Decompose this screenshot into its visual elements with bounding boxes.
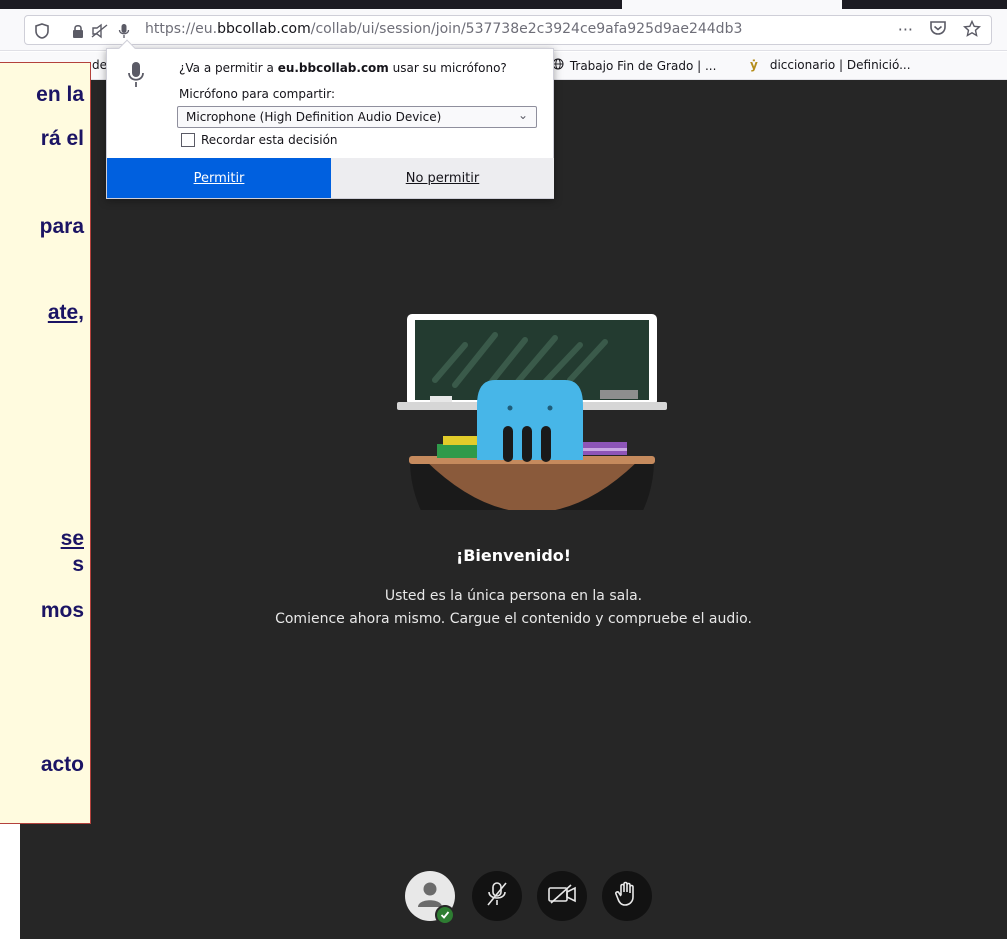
active-tab[interactable] xyxy=(622,0,842,9)
bookmark-item[interactable]: ẏ diccionario | Definició... xyxy=(750,58,911,72)
remember-checkbox[interactable] xyxy=(181,133,195,147)
page-actions: ··· xyxy=(898,19,982,42)
avatar-button[interactable] xyxy=(405,871,455,925)
deny-button[interactable]: No permitir xyxy=(331,158,554,198)
microphone-icon[interactable] xyxy=(115,22,133,40)
star-icon[interactable] xyxy=(962,19,982,42)
welcome-title: ¡Bienvenido! xyxy=(455,546,572,565)
allow-label: Permitir xyxy=(193,170,245,186)
question-prefix: ¿Va a permitir a xyxy=(179,61,278,75)
bookmark-label: diccionario | Definició... xyxy=(769,58,911,72)
permission-question: ¿Va a permitir a eu.bbcollab.com usar su… xyxy=(179,61,507,75)
shield-icon[interactable] xyxy=(33,22,51,40)
browser-toolbar: https://eu.bbcollab.com/collab/ui/sessio… xyxy=(0,9,1007,51)
share-label: Micrófono para compartir: xyxy=(179,87,336,101)
url-prefix: https://eu. xyxy=(145,21,218,37)
pocket-icon[interactable] xyxy=(929,20,947,42)
chevron-down-icon: ⌄ xyxy=(517,108,528,122)
slide-text-line: mos xyxy=(40,599,84,622)
microphone-muted-icon xyxy=(485,881,509,911)
slide-text-box: en la rá el para ate, se s mos acto xyxy=(0,62,91,824)
bookmark-item[interactable]: Trabajo Fin de Grado | ... xyxy=(552,58,716,73)
slide-text-line: para xyxy=(39,215,84,238)
microphone-permission-prompt: ¿Va a permitir a eu.bbcollab.com usar su… xyxy=(106,39,554,199)
slide-text-line: se xyxy=(60,527,84,550)
device-select-value: Microphone (High Definition Audio Device… xyxy=(186,110,442,124)
device-select[interactable]: Microphone (High Definition Audio Device… xyxy=(177,106,537,128)
slide-text-line: rá el xyxy=(40,127,84,150)
slide-text-line: en la xyxy=(36,83,84,106)
ellipsis-icon[interactable]: ··· xyxy=(898,20,913,42)
deny-label: No permitir xyxy=(405,170,480,186)
bookmark-item[interactable]: de xyxy=(92,58,107,72)
bookmark-label: Trabajo Fin de Grado | ... xyxy=(569,59,717,73)
classroom-illustration-icon xyxy=(395,310,670,582)
check-icon xyxy=(435,905,455,925)
lock-icon[interactable] xyxy=(69,22,87,40)
slide-text-line: acto xyxy=(40,753,84,776)
hand-icon xyxy=(615,881,639,911)
url-text[interactable]: https://eu.bbcollab.com/collab/ui/sessio… xyxy=(145,21,742,37)
collaborate-session: ¡Bienvenido! Usted es la única persona e… xyxy=(20,80,1007,939)
globe-icon xyxy=(552,58,566,73)
microphone-button[interactable] xyxy=(472,871,522,921)
welcome-message-line: Comience ahora mismo. Cargue el contenid… xyxy=(275,611,752,627)
camera-off-icon xyxy=(547,883,577,909)
raise-hand-button[interactable] xyxy=(602,871,652,921)
question-suffix: usar su micrófono? xyxy=(388,61,507,75)
remember-decision[interactable]: Recordar esta decisión xyxy=(181,133,338,147)
microphone-icon xyxy=(127,61,145,93)
bookmark-icon: ẏ xyxy=(750,58,758,72)
bookmark-label: de xyxy=(92,58,107,72)
allow-button[interactable]: Permitir xyxy=(107,158,331,198)
remember-label: Recordar esta decisión xyxy=(201,133,338,147)
autoplay-blocked-icon[interactable] xyxy=(91,22,109,40)
url-bar[interactable]: https://eu.bbcollab.com/collab/ui/sessio… xyxy=(24,15,992,45)
question-domain: eu.bbcollab.com xyxy=(277,61,389,75)
screen: https://eu.bbcollab.com/collab/ui/sessio… xyxy=(0,0,1007,939)
tab-strip xyxy=(0,0,1007,9)
url-path: /collab/ui/session/join/537738e2c3924ce9… xyxy=(310,21,743,37)
camera-button[interactable] xyxy=(537,871,587,921)
welcome-message-line: Usted es la única persona en la sala. xyxy=(384,588,643,604)
slide-text-line: ate, xyxy=(47,301,84,324)
url-domain: bbcollab.com xyxy=(217,21,311,37)
slide-text-line: s xyxy=(72,553,84,576)
